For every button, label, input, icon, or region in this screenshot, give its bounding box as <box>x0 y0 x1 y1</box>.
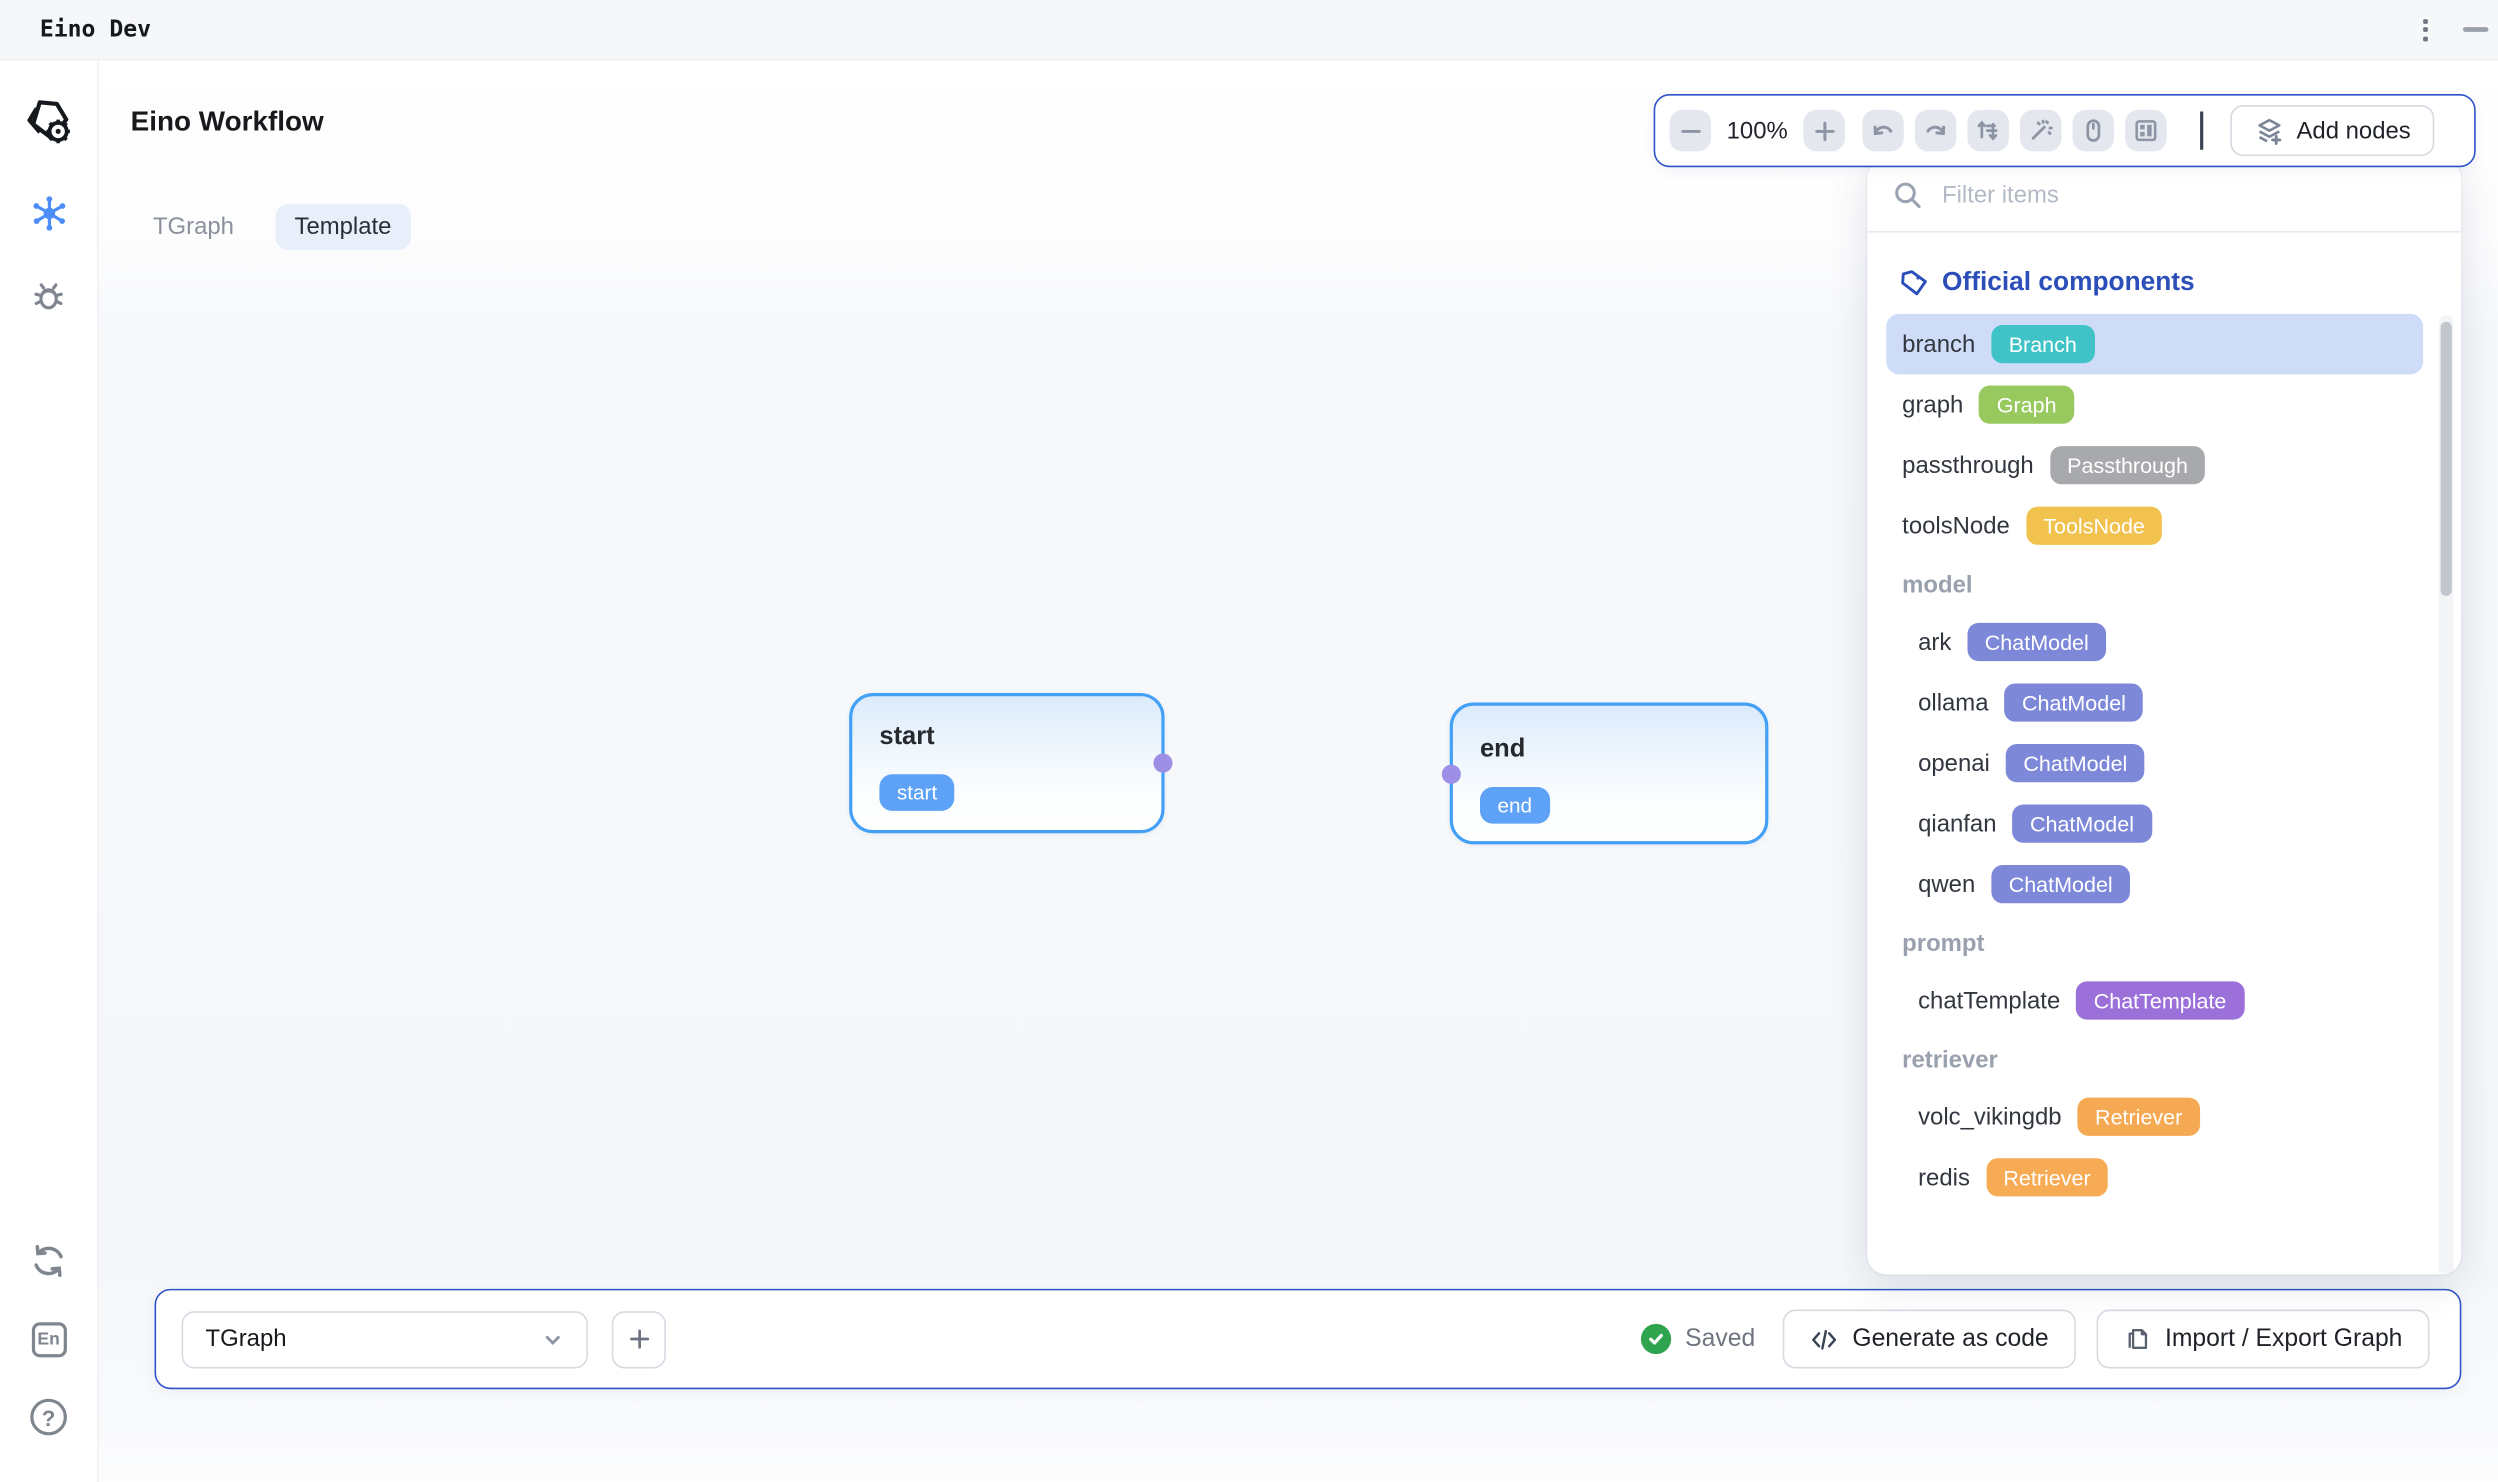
component-item-openai[interactable]: openai ChatModel <box>1886 733 2423 794</box>
component-type-badge: Retriever <box>1986 1158 2108 1196</box>
layers-plus-icon <box>2253 116 2283 146</box>
tab-tgraph[interactable]: TGraph <box>134 204 253 250</box>
component-name: passthrough <box>1902 452 2034 479</box>
magic-wand-button[interactable] <box>2020 110 2061 151</box>
more-menu-icon[interactable] <box>2417 12 2435 47</box>
component-item-toolsNode[interactable]: toolsNode ToolsNode <box>1886 495 2423 556</box>
component-item-chatTemplate[interactable]: chatTemplate ChatTemplate <box>1886 970 2423 1031</box>
component-type-badge: ChatModel <box>1967 623 2106 661</box>
component-type-badge: Graph <box>1979 386 2074 424</box>
node-start[interactable]: start start <box>849 693 1164 833</box>
group-header-retriever: retriever <box>1886 1031 2423 1087</box>
add-nodes-button[interactable]: Add nodes <box>2230 105 2435 156</box>
debug-bug-icon[interactable] <box>18 264 79 325</box>
tag-icon <box>1899 268 1929 298</box>
component-type-badge: ToolsNode <box>2026 507 2163 545</box>
save-status: Saved <box>1641 1324 1756 1354</box>
component-item-graph[interactable]: graph Graph <box>1886 374 2423 435</box>
component-item-qianfan[interactable]: qianfan ChatModel <box>1886 793 2423 854</box>
toolbar-divider <box>2200 112 2202 150</box>
group-header-prompt: prompt <box>1886 914 2423 970</box>
add-graph-button[interactable] <box>612 1310 666 1367</box>
file-copy-icon <box>2124 1325 2151 1352</box>
generate-as-code-button[interactable]: Generate as code <box>1782 1310 2076 1369</box>
input-port[interactable] <box>1442 764 1461 783</box>
component-type-badge: ChatModel <box>2006 744 2145 782</box>
eino-dev-window: Eino Dev <box>0 0 2498 1482</box>
help-icon[interactable]: ? <box>18 1387 79 1448</box>
redo-button[interactable] <box>1915 110 1956 151</box>
component-name: redis <box>1918 1164 1970 1191</box>
component-type-badge: Branch <box>1991 325 2094 363</box>
component-name: qianfan <box>1918 810 1996 837</box>
panel-scrollbar-thumb[interactable] <box>2441 322 2452 596</box>
component-name: toolsNode <box>1902 512 2010 539</box>
component-name: chatTemplate <box>1918 987 2060 1014</box>
node-title: end <box>1480 736 1525 765</box>
app-title: Eino Dev <box>40 17 151 42</box>
output-port[interactable] <box>1153 754 1172 773</box>
component-item-qwen[interactable]: qwen ChatModel <box>1886 854 2423 915</box>
component-name: openai <box>1918 750 1990 777</box>
component-item-ollama[interactable]: ollama ChatModel <box>1886 672 2423 733</box>
refresh-icon[interactable] <box>18 1231 79 1292</box>
code-icon <box>1809 1325 1838 1354</box>
bottom-bar: TGraph Saved Generate as code <box>155 1289 2462 1389</box>
sidebar: En ? <box>0 61 99 1482</box>
component-type-badge: ChatModel <box>2004 683 2143 721</box>
node-title: start <box>879 723 934 752</box>
zoom-in-button[interactable] <box>1803 110 1844 151</box>
filter-items-input[interactable] <box>1942 182 2436 209</box>
minimize-icon[interactable] <box>2463 27 2488 32</box>
saved-check-icon <box>1641 1324 1671 1354</box>
mouse-mode-button[interactable] <box>2073 110 2114 151</box>
canvas-toolbar: 100% <box>1654 94 2476 167</box>
component-item-passthrough[interactable]: passthrough Passthrough <box>1886 435 2423 496</box>
component-item-volc_vikingdb[interactable]: volc_vikingdb Retriever <box>1886 1087 2423 1148</box>
tab-template[interactable]: Template <box>275 204 410 250</box>
graph-select[interactable]: TGraph <box>182 1310 588 1367</box>
component-name: volc_vikingdb <box>1918 1103 2061 1130</box>
component-item-ark[interactable]: ark ChatModel <box>1886 612 2423 673</box>
panel-scrollbar <box>2439 315 2453 1272</box>
node-end[interactable]: end end <box>1450 703 1769 845</box>
component-type-badge: Passthrough <box>2050 446 2206 484</box>
chevron-down-icon <box>542 1328 564 1350</box>
component-name: ark <box>1918 628 1951 655</box>
official-components-header: Official components <box>1886 255 2423 314</box>
component-item-branch[interactable]: branch Branch <box>1886 314 2423 375</box>
component-type-badge: ChatModel <box>2012 805 2151 843</box>
component-type-badge: ChatModel <box>1991 865 2130 903</box>
auto-layout-button[interactable] <box>1967 110 2008 151</box>
group-header-model: model <box>1886 556 2423 612</box>
node-type-badge: start <box>879 774 954 811</box>
page-title: Eino Workflow <box>131 105 324 138</box>
component-name: qwen <box>1918 871 1975 898</box>
node-type-badge: end <box>1480 787 1550 824</box>
undo-button[interactable] <box>1862 110 1903 151</box>
search-icon <box>1893 180 1923 210</box>
component-name: ollama <box>1918 689 1988 716</box>
titlebar: Eino Dev <box>0 0 2498 61</box>
eino-logo-icon[interactable] <box>18 92 79 153</box>
minimap-button[interactable] <box>2125 110 2166 151</box>
workflow-nav-icon[interactable] <box>18 183 79 244</box>
component-item-redis[interactable]: redis Retriever <box>1886 1147 2423 1208</box>
language-icon[interactable]: En <box>18 1309 79 1370</box>
component-name: graph <box>1902 391 1963 418</box>
zoom-level: 100% <box>1722 117 1792 144</box>
graph-tabs: TGraph Template <box>134 204 411 250</box>
component-type-badge: Retriever <box>2078 1098 2200 1136</box>
zoom-out-button[interactable] <box>1670 110 1711 151</box>
component-name: branch <box>1902 331 1975 358</box>
component-type-badge: ChatTemplate <box>2076 981 2244 1019</box>
import-export-graph-button[interactable]: Import / Export Graph <box>2096 1310 2429 1369</box>
add-nodes-panel: Official components branch Branch graph Gra… <box>1867 159 2461 1274</box>
